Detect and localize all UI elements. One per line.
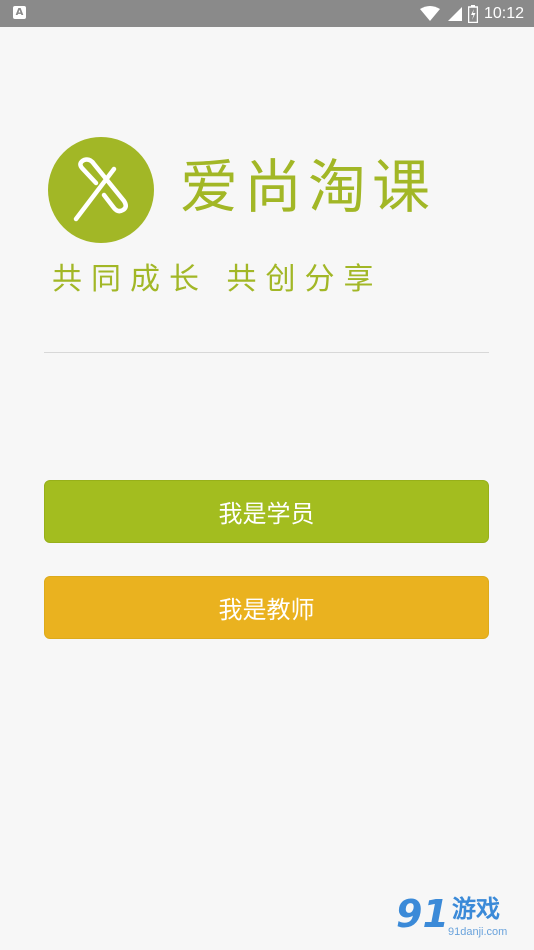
battery-icon [467,4,478,23]
teacher-role-button[interactable]: 我是教师 [44,576,489,639]
divider [44,352,489,353]
app-notification-icon: A [13,6,26,19]
watermark-number: 91 [396,892,449,936]
app-name: 爱尚淘课 [180,153,437,221]
wifi-icon [419,5,440,21]
signal-icon [447,6,462,21]
status-time: 10:12 [483,5,524,22]
status-right-group: 10:12 [419,0,524,27]
watermark-title: 游戏 [452,895,500,923]
watermark-url: 91danji.com [448,926,508,938]
logo-emblem-icon [48,137,154,243]
status-bar: A 10:12 [0,0,534,27]
tagline: 共同成长 共创分享 [52,262,383,297]
brand-logo: 爱尚淘课 [48,137,488,247]
student-role-button[interactable]: 我是学员 [44,480,489,543]
site-watermark: 91 游戏 91danji.com [396,892,528,944]
